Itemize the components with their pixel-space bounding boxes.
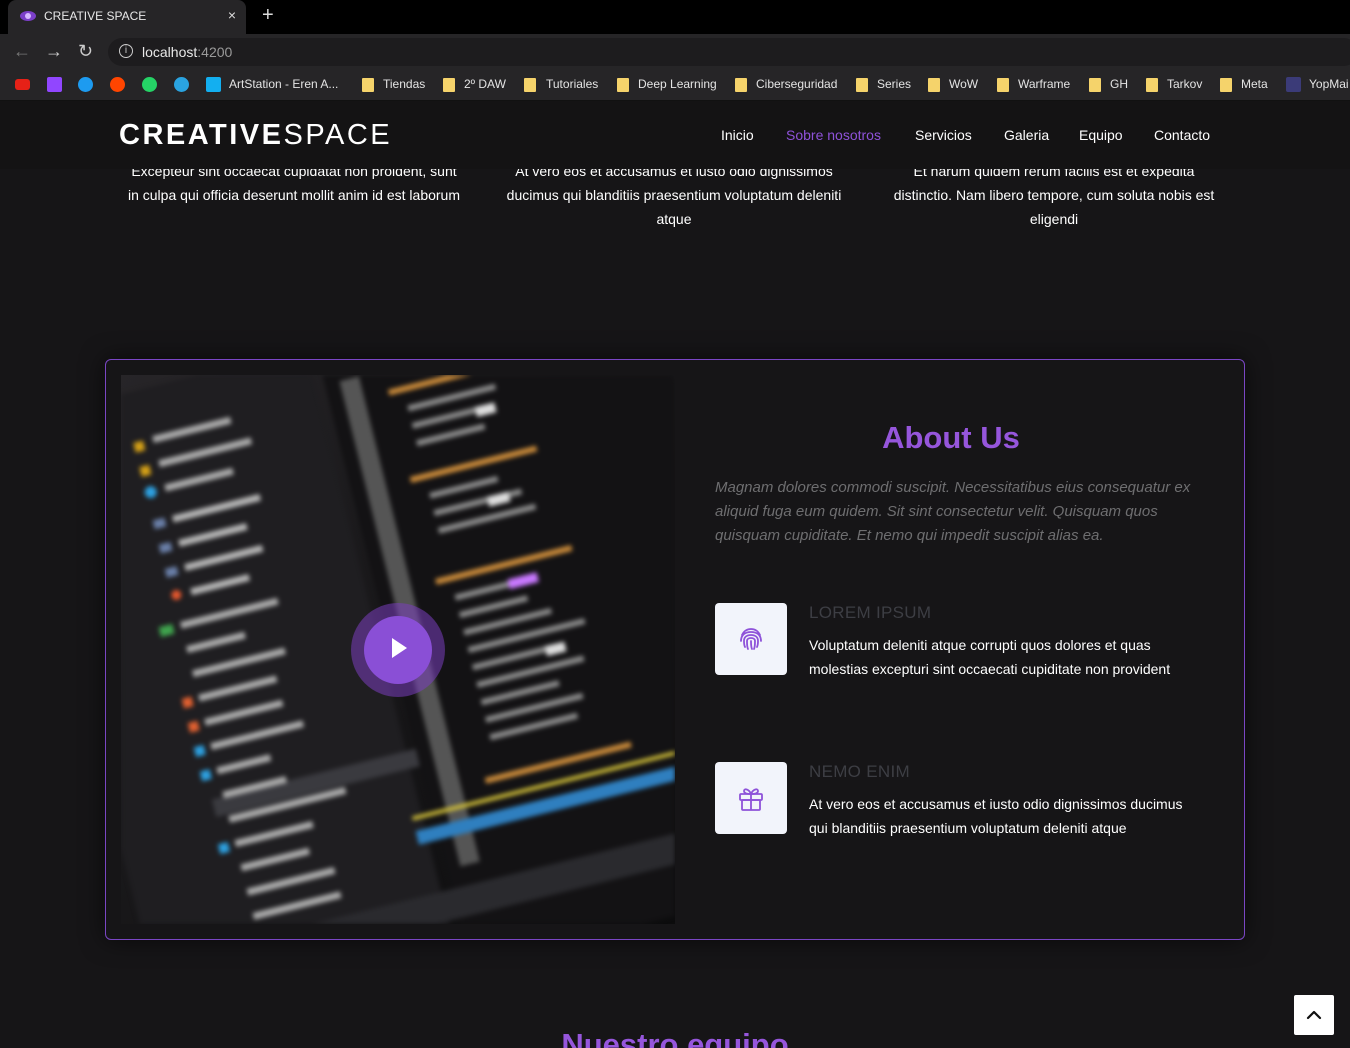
new-tab-button[interactable]: + <box>262 4 274 27</box>
folder-icon <box>443 78 455 92</box>
bookmark-deep-learning[interactable]: Deep Learning <box>638 77 717 91</box>
browser-tab[interactable]: CREATIVE SPACE × <box>8 0 246 34</box>
artstation-icon[interactable] <box>206 77 221 92</box>
folder-icon <box>735 78 747 92</box>
bookmark-2-daw[interactable]: 2º DAW <box>464 77 506 91</box>
menu-contacto[interactable]: Contacto <box>1154 127 1210 143</box>
bookmark-yopmail[interactable]: YopMai <box>1309 77 1349 91</box>
site-info-icon[interactable]: i <box>119 44 133 58</box>
about-title: About Us <box>882 420 1020 455</box>
forward-button[interactable]: → <box>45 41 63 62</box>
bookmark-tutoriales[interactable]: Tutoriales <box>546 77 598 91</box>
fingerprint-icon-box <box>715 603 787 675</box>
close-tab-icon[interactable]: × <box>228 7 236 23</box>
site-favicon-icon <box>20 11 36 21</box>
fingerprint-icon <box>740 628 762 650</box>
play-button[interactable] <box>351 603 445 697</box>
yopmail-icon[interactable] <box>1286 77 1301 92</box>
video-thumbnail[interactable] <box>121 375 675 924</box>
bookmarks-bar: ArtStation - Eren A... Tiendas 2º DAW Tu… <box>0 70 1350 101</box>
site-logo[interactable]: CREATIVESPACE <box>119 119 392 152</box>
play-button-core <box>364 616 432 684</box>
url-text[interactable]: localhost:4200 <box>142 44 232 60</box>
folder-icon <box>1089 78 1101 92</box>
tab-title: CREATIVE SPACE <box>44 9 147 23</box>
feature-text: At vero eos et accusamus et iusto odio d… <box>506 163 842 227</box>
gift-icon <box>739 788 763 811</box>
item-text: At vero eos et accusamus et iusto odio d… <box>809 796 1183 836</box>
bookmark-tiendas[interactable]: Tiendas <box>383 77 425 91</box>
bookmark-series[interactable]: Series <box>877 77 911 91</box>
feature-text: Et harum quidem rerum facilis est et exp… <box>893 163 1215 227</box>
gift-icon-box <box>715 762 787 834</box>
folder-icon <box>1220 78 1232 92</box>
twitter-icon[interactable] <box>78 77 93 92</box>
back-button[interactable]: ← <box>13 41 31 62</box>
item-title: LOREM IPSUM <box>809 603 932 622</box>
telegram-icon[interactable] <box>174 77 189 92</box>
bookmark-gh[interactable]: GH <box>1110 77 1128 91</box>
bookmark-warframe[interactable]: Warframe <box>1018 77 1070 91</box>
back-to-top-button[interactable] <box>1294 995 1334 1035</box>
reddit-icon[interactable] <box>110 77 125 92</box>
bookmark-wow[interactable]: WoW <box>949 77 978 91</box>
item-title: NEMO ENIM <box>809 762 910 781</box>
twitch-icon[interactable] <box>47 77 62 92</box>
folder-icon <box>524 78 536 92</box>
item-text: Voluptatum deleniti atque corrupti quos … <box>809 637 1171 677</box>
team-section-title: Nuestro equipo <box>561 1027 789 1048</box>
folder-icon <box>617 78 629 92</box>
site-header: CREATIVESPACE Inicio Sobre nosotros Serv… <box>0 101 1350 169</box>
folder-icon <box>997 78 1009 92</box>
menu-inicio[interactable]: Inicio <box>721 127 754 143</box>
bookmark-ciberseguridad[interactable]: Ciberseguridad <box>756 77 837 91</box>
browser-toolbar: ← → ↻ i localhost:4200 <box>0 34 1350 70</box>
bookmark-tarkov[interactable]: Tarkov <box>1167 77 1202 91</box>
menu-sobre-nosotros[interactable]: Sobre nosotros <box>786 127 881 143</box>
menu-galeria[interactable]: Galeria <box>1004 127 1049 143</box>
play-icon <box>392 638 407 658</box>
about-lead-text: Magnam dolores commodi suscipit. Necessi… <box>715 479 1191 544</box>
folder-icon <box>856 78 868 92</box>
menu-equipo[interactable]: Equipo <box>1079 127 1123 143</box>
address-bar[interactable]: i localhost:4200 <box>108 38 1350 66</box>
bookmark-meta[interactable]: Meta <box>1241 77 1268 91</box>
reload-button[interactable]: ↻ <box>78 41 93 62</box>
web-page: CREATIVESPACE Inicio Sobre nosotros Serv… <box>0 101 1350 1048</box>
folder-icon <box>362 78 374 92</box>
folder-icon <box>928 78 940 92</box>
folder-icon <box>1146 78 1158 92</box>
bookmark-artstation[interactable]: ArtStation - Eren A... <box>229 77 338 91</box>
whatsapp-icon[interactable] <box>142 77 157 92</box>
menu-servicios[interactable]: Servicios <box>915 127 972 143</box>
browser-tab-bar: CREATIVE SPACE × + <box>0 0 1350 34</box>
chevron-up-icon <box>1306 1010 1322 1020</box>
youtube-icon[interactable] <box>15 79 30 90</box>
about-section: About Us Magnam dolores commodi suscipit… <box>105 359 1245 940</box>
